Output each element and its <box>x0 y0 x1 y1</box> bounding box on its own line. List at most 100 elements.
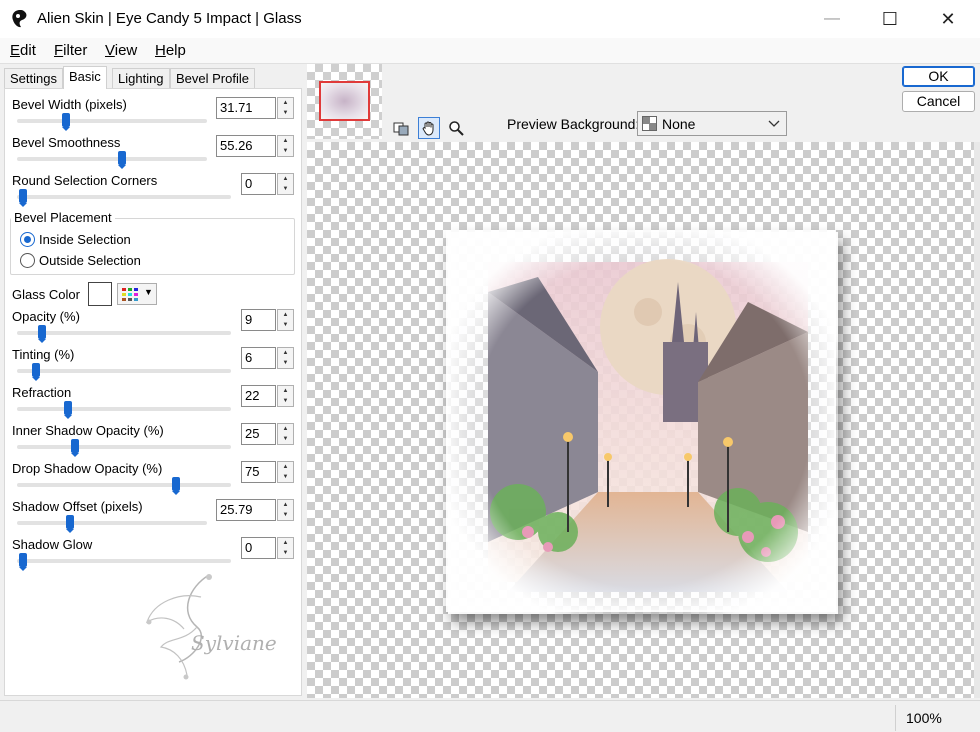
navigator-selection-frame[interactable] <box>319 81 370 121</box>
drop-shadow-opacity-input[interactable]: 75 <box>241 461 276 483</box>
compare-tool-button[interactable] <box>390 117 412 139</box>
bevel-smoothness-label: Bevel Smoothness <box>12 135 121 150</box>
watermark-signature: Sylviane <box>191 631 277 655</box>
inner-shadow-opacity-input[interactable]: 25 <box>241 423 276 445</box>
tinting-label: Tinting (%) <box>12 347 75 362</box>
glass-preview-plate <box>446 230 838 614</box>
inner-shadow-opacity-slider-thumb[interactable] <box>71 439 79 457</box>
chevron-down-icon <box>768 120 780 127</box>
opacity-spinner[interactable]: ▲ ▼ <box>277 309 294 331</box>
bevel-smoothness-slider-track[interactable] <box>17 157 207 161</box>
shadow-glow-input[interactable]: 0 <box>241 537 276 559</box>
shadow-offset-slider-thumb[interactable] <box>66 515 74 533</box>
inner-shadow-opacity-label: Inner Shadow Opacity (%) <box>12 423 164 438</box>
bevel-width-spinner[interactable]: ▲ ▼ <box>277 97 294 119</box>
magnifier-icon <box>449 121 464 136</box>
title-bar: Alien Skin | Eye Candy 5 Impact | Glass … <box>0 0 980 38</box>
tab-bevel-profile[interactable]: Bevel Profile <box>170 68 255 89</box>
shadow-glow-slider-thumb[interactable] <box>19 553 27 571</box>
preview-background-select[interactable]: None <box>637 111 787 136</box>
drop-shadow-opacity-slider-thumb[interactable] <box>172 477 180 495</box>
opacity-input[interactable]: 9 <box>241 309 276 331</box>
round-corners-input[interactable]: 0 <box>241 173 276 195</box>
menu-bar: Edit Filter View Help <box>0 38 980 64</box>
tab-settings[interactable]: Settings <box>4 68 63 89</box>
bevel-smoothness-input[interactable]: 55.26 <box>216 135 276 157</box>
bevel-smoothness-spinner[interactable]: ▲ ▼ <box>277 135 294 157</box>
watermark-flourish <box>145 574 212 680</box>
bevel-width-slider-thumb[interactable] <box>62 113 70 131</box>
menu-filter[interactable]: Filter <box>54 42 87 59</box>
hand-icon <box>422 121 434 136</box>
preview-image <box>448 232 838 614</box>
menu-view[interactable]: View <box>105 42 137 59</box>
maximize-button[interactable]: ☐ <box>864 0 916 38</box>
drop-shadow-opacity-label: Drop Shadow Opacity (%) <box>12 461 163 476</box>
zoom-tool-button[interactable] <box>445 117 467 139</box>
glass-color-label: Glass Color <box>12 287 80 302</box>
minimize-button[interactable]: — <box>806 0 858 38</box>
tinting-input[interactable]: 6 <box>241 347 276 369</box>
preview-scrollbar[interactable] <box>974 142 980 698</box>
shadow-offset-label: Shadow Offset (pixels) <box>12 499 143 514</box>
color-picker-button[interactable]: ▼ <box>117 283 157 305</box>
maximize-icon: ☐ <box>881 8 899 29</box>
round-corners-label: Round Selection Corners <box>12 173 158 188</box>
bevel-smoothness-slider-thumb[interactable] <box>118 151 126 169</box>
refraction-spinner[interactable]: ▲ ▼ <box>277 385 294 407</box>
refraction-input[interactable]: 22 <box>241 385 276 407</box>
preview-background-value: None <box>662 116 696 132</box>
window-title: Alien Skin | Eye Candy 5 Impact | Glass <box>37 10 302 27</box>
shadow-offset-input[interactable]: 25.79 <box>216 499 276 521</box>
inner-shadow-opacity-slider-track[interactable] <box>17 445 231 449</box>
glass-color-swatch[interactable] <box>88 282 112 306</box>
inner-shadow-opacity-spinner[interactable]: ▲ ▼ <box>277 423 294 445</box>
tab-basic[interactable]: Basic <box>63 66 107 89</box>
opacity-label: Opacity (%) <box>12 309 80 324</box>
shadow-offset-spinner[interactable]: ▲ ▼ <box>277 499 294 521</box>
hand-tool-button[interactable] <box>418 117 440 139</box>
compare-icon <box>393 122 409 136</box>
opacity-slider-thumb[interactable] <box>38 325 46 343</box>
refraction-slider-track[interactable] <box>17 407 231 411</box>
outside-selection-label[interactable]: Outside Selection <box>39 253 141 268</box>
bevel-width-slider-track[interactable] <box>17 119 207 123</box>
checker-swatch-icon <box>642 116 657 131</box>
inside-selection-radio[interactable] <box>20 232 35 247</box>
cancel-button[interactable]: Cancel <box>902 91 975 112</box>
inside-selection-label[interactable]: Inside Selection <box>39 232 131 247</box>
bevel-width-input[interactable]: 31.71 <box>216 97 276 119</box>
shadow-glow-slider-track[interactable] <box>17 559 231 563</box>
shadow-glow-label: Shadow Glow <box>12 537 93 552</box>
shadow-offset-slider-track[interactable] <box>17 521 207 525</box>
close-icon: ✕ <box>940 8 956 29</box>
round-corners-spinner[interactable]: ▲ ▼ <box>277 173 294 195</box>
opacity-slider-track[interactable] <box>17 331 231 335</box>
close-button[interactable]: ✕ <box>922 0 974 38</box>
refraction-slider-thumb[interactable] <box>64 401 72 419</box>
bevel-width-label: Bevel Width (pixels) <box>12 97 127 112</box>
drop-shadow-opacity-slider-track[interactable] <box>17 483 231 487</box>
ok-button[interactable]: OK <box>902 66 975 87</box>
zoom-level[interactable]: 100% <box>895 705 975 731</box>
bevel-placement-title: Bevel Placement <box>11 210 115 225</box>
menu-edit[interactable]: Edit <box>10 42 36 59</box>
tinting-slider-thumb[interactable] <box>32 363 40 381</box>
round-corners-slider-track[interactable] <box>17 195 231 199</box>
outside-selection-radio[interactable] <box>20 253 35 268</box>
chevron-down-icon: ▼ <box>144 287 153 297</box>
tab-lighting[interactable]: Lighting <box>112 68 170 89</box>
drop-shadow-opacity-spinner[interactable]: ▲ ▼ <box>277 461 294 483</box>
navigator-thumbnail[interactable] <box>307 64 382 139</box>
color-grid-icon <box>122 288 138 301</box>
preview-canvas[interactable] <box>307 142 974 698</box>
settings-panel: Bevel Width (pixels) 31.71 ▲ ▼ Bevel Smoo… <box>4 88 302 696</box>
preview-background-label: Preview Background: <box>507 116 640 132</box>
menu-help[interactable]: Help <box>155 42 186 59</box>
round-corners-slider-thumb[interactable] <box>19 189 27 207</box>
tinting-spinner[interactable]: ▲ ▼ <box>277 347 294 369</box>
refraction-label: Refraction <box>12 385 72 400</box>
tinting-slider-track[interactable] <box>17 369 231 373</box>
app-logo-icon <box>12 10 27 28</box>
shadow-glow-spinner[interactable]: ▲ ▼ <box>277 537 294 559</box>
